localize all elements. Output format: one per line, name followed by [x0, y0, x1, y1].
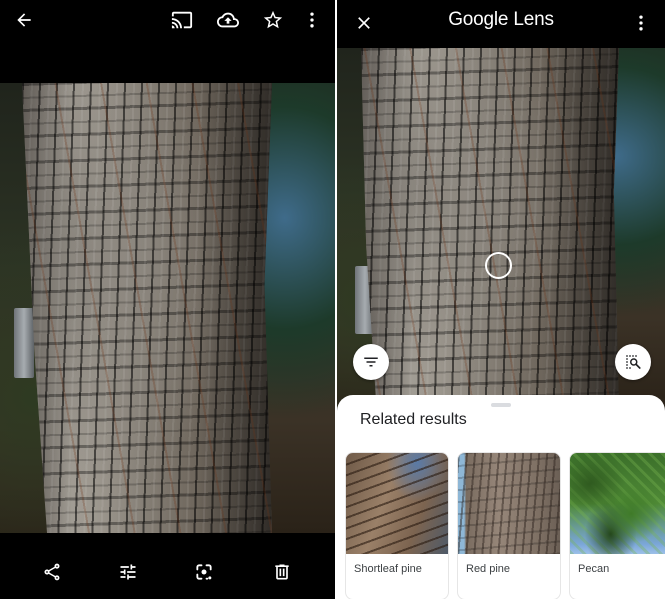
tree-trunk	[22, 83, 272, 533]
favorite-button[interactable]	[259, 6, 287, 34]
result-card[interactable]: Pecan	[569, 452, 665, 599]
cloud-upload-icon	[217, 12, 239, 28]
focus-point-indicator[interactable]	[485, 252, 512, 279]
sheet-title: Related results	[360, 411, 467, 428]
lens-title: Google Lens	[448, 9, 554, 30]
star-outline-icon	[263, 10, 283, 29]
filter-button[interactable]	[353, 344, 389, 380]
image-search-button[interactable]	[615, 344, 651, 380]
result-image	[346, 453, 448, 554]
sheet-drag-handle[interactable]	[491, 403, 511, 407]
result-label: Shortleaf pine	[354, 563, 422, 575]
bottom-action-bar	[0, 533, 335, 599]
result-label: Red pine	[466, 563, 511, 575]
backup-button[interactable]	[214, 6, 242, 34]
result-label: Pecan	[578, 563, 610, 575]
tune-icon	[120, 564, 136, 580]
cast-icon	[171, 11, 193, 29]
more-vert-icon	[310, 12, 314, 28]
back-button[interactable]	[10, 6, 38, 34]
top-app-bar	[0, 0, 335, 44]
arrow-left-icon	[17, 13, 31, 27]
tree-trunk	[361, 48, 619, 408]
trash-icon	[275, 564, 289, 580]
delete-button[interactable]	[268, 558, 296, 586]
related-results-sheet: Related results Shortleaf pine Red pine …	[337, 395, 665, 599]
result-image	[458, 453, 560, 554]
photo-viewer-screen	[0, 0, 335, 599]
filter-icon	[364, 357, 378, 367]
lens-top-bar: Google Lens	[337, 0, 665, 48]
photo	[0, 83, 335, 533]
result-image	[570, 453, 665, 554]
result-card[interactable]: Red pine	[457, 452, 561, 599]
lens-button[interactable]	[190, 558, 218, 586]
image-search-icon	[626, 355, 641, 369]
cast-button[interactable]	[168, 6, 196, 34]
google-lens-icon	[196, 564, 212, 580]
lens-more-options-button[interactable]	[627, 9, 655, 37]
share-icon	[44, 563, 60, 581]
results-list: Shortleaf pine Red pine Pecan	[345, 452, 665, 599]
more-vert-icon	[639, 15, 643, 31]
edit-button[interactable]	[114, 558, 142, 586]
more-options-button[interactable]	[298, 6, 326, 34]
google-lens-screen: Google Lens Related results Shortleaf pi…	[337, 0, 665, 599]
result-card[interactable]: Shortleaf pine	[345, 452, 449, 599]
share-button[interactable]	[38, 558, 66, 586]
